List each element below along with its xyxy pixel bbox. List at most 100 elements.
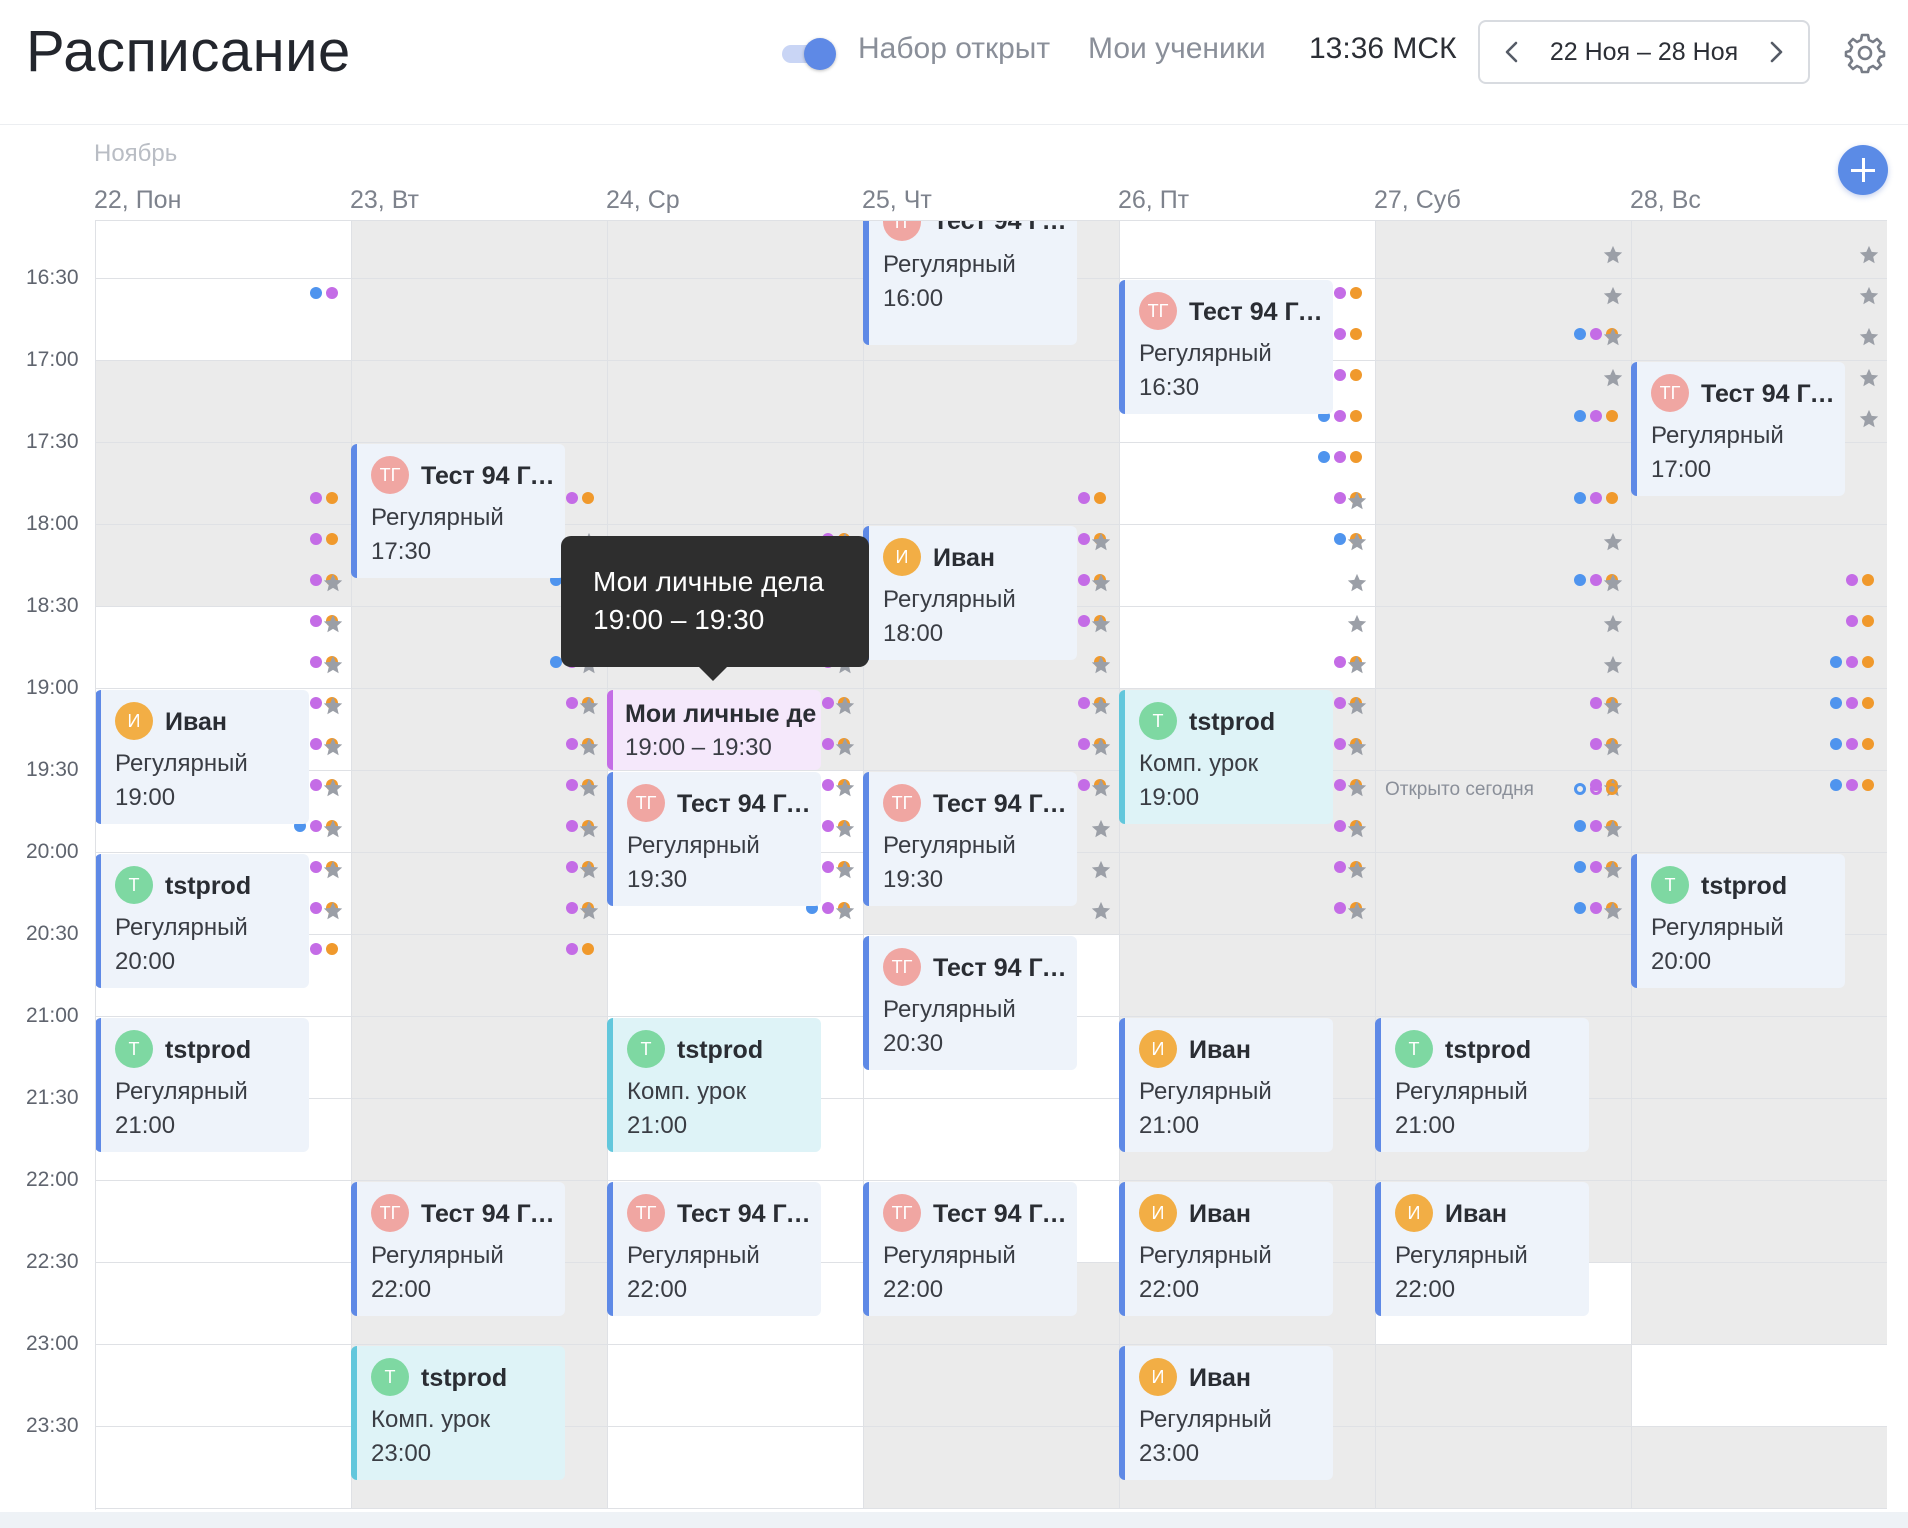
time-slot[interactable]: [1376, 935, 1632, 1017]
star-icon[interactable]: [1346, 531, 1368, 553]
lesson-card[interactable]: И Иван Регулярный 21:00: [1119, 1018, 1333, 1152]
star-icon[interactable]: [1346, 818, 1368, 840]
star-icon[interactable]: [1602, 818, 1624, 840]
star-icon[interactable]: [1346, 777, 1368, 799]
lesson-card[interactable]: И Иван Регулярный 23:00: [1119, 1346, 1333, 1480]
star-icon[interactable]: [1858, 285, 1880, 307]
time-slot[interactable]: [96, 1181, 352, 1263]
star-icon[interactable]: [1090, 695, 1112, 717]
time-slot[interactable]: [1632, 279, 1887, 361]
lesson-card[interactable]: ТГ Тест 94 Гу… Регулярный 17:00: [1631, 362, 1845, 496]
star-icon[interactable]: [322, 654, 344, 676]
star-icon[interactable]: [1090, 859, 1112, 881]
time-slot[interactable]: [608, 221, 864, 279]
day-header-fri[interactable]: 26, Пт: [1118, 186, 1189, 215]
time-slot[interactable]: [1376, 443, 1632, 525]
star-icon[interactable]: [834, 777, 856, 799]
star-icon[interactable]: [578, 777, 600, 799]
star-icon[interactable]: [1090, 818, 1112, 840]
time-slot[interactable]: [864, 1345, 1120, 1427]
lesson-card[interactable]: T tstprod Регулярный 21:00: [96, 1018, 309, 1152]
lesson-card[interactable]: T tstprod Комп. урок 23:00: [351, 1346, 565, 1480]
star-icon[interactable]: [322, 572, 344, 594]
star-icon[interactable]: [1346, 859, 1368, 881]
time-slot[interactable]: [864, 361, 1120, 443]
time-slot[interactable]: [608, 443, 864, 525]
star-icon[interactable]: [322, 613, 344, 635]
star-icon[interactable]: [1858, 244, 1880, 266]
star-icon[interactable]: [1090, 531, 1112, 553]
star-icon[interactable]: [1346, 572, 1368, 594]
enrollment-status-label[interactable]: Набор открыт: [858, 32, 1050, 66]
time-slot[interactable]: [1376, 525, 1632, 607]
star-icon[interactable]: [322, 818, 344, 840]
star-icon[interactable]: [1602, 244, 1624, 266]
time-slot[interactable]: [1632, 1427, 1887, 1509]
time-slot[interactable]: [1120, 607, 1376, 689]
time-slot[interactable]: [608, 1345, 864, 1427]
star-icon[interactable]: [1090, 777, 1112, 799]
lesson-card[interactable]: ТГ Тест 94 Гу… Регулярный 16:00: [863, 221, 1077, 345]
star-icon[interactable]: [1346, 613, 1368, 635]
star-icon[interactable]: [322, 900, 344, 922]
star-icon[interactable]: [1858, 408, 1880, 430]
star-icon[interactable]: [1090, 572, 1112, 594]
time-slot[interactable]: [1632, 1345, 1887, 1427]
star-icon[interactable]: [834, 859, 856, 881]
lesson-card[interactable]: ТГ Тест 94 Гу… Регулярный 22:00: [863, 1182, 1077, 1316]
star-icon[interactable]: [1090, 613, 1112, 635]
time-slot[interactable]: [96, 1345, 352, 1427]
star-icon[interactable]: [578, 695, 600, 717]
my-students-link[interactable]: Мои ученики: [1088, 32, 1266, 66]
lesson-card[interactable]: T tstprod Комп. урок 21:00: [607, 1018, 821, 1152]
star-icon[interactable]: [1602, 613, 1624, 635]
lesson-card[interactable]: T tstprod Комп. урок 19:00: [1119, 690, 1333, 824]
add-lesson-button[interactable]: [1838, 145, 1888, 195]
lesson-card[interactable]: ТГ Тест 94 Гу… Регулярный 19:30: [607, 772, 821, 906]
time-slot[interactable]: [96, 443, 352, 525]
star-icon[interactable]: [1602, 326, 1624, 348]
time-slot[interactable]: [352, 221, 608, 279]
star-icon[interactable]: [1346, 900, 1368, 922]
star-icon[interactable]: [834, 695, 856, 717]
star-icon[interactable]: [1602, 695, 1624, 717]
day-header-sat[interactable]: 27, Суб: [1374, 186, 1461, 215]
time-slot[interactable]: [608, 1427, 864, 1509]
star-icon[interactable]: [1602, 654, 1624, 676]
lesson-card[interactable]: T tstprod Регулярный 21:00: [1375, 1018, 1589, 1152]
time-slot[interactable]: [352, 1017, 608, 1099]
star-icon[interactable]: [1090, 654, 1112, 676]
lesson-card[interactable]: ТГ Тест 94 Гу… Регулярный 19:30: [863, 772, 1077, 906]
time-slot[interactable]: [1632, 1181, 1887, 1263]
time-slot[interactable]: [608, 935, 864, 1017]
time-slot[interactable]: [1120, 221, 1376, 279]
time-slot[interactable]: [1632, 1099, 1887, 1181]
star-icon[interactable]: [834, 736, 856, 758]
time-slot[interactable]: [608, 361, 864, 443]
star-icon[interactable]: [578, 859, 600, 881]
time-slot[interactable]: [1632, 1263, 1887, 1345]
lesson-card[interactable]: И Иван Регулярный 22:00: [1375, 1182, 1589, 1316]
star-icon[interactable]: [1346, 654, 1368, 676]
time-slot[interactable]: [96, 1263, 352, 1345]
star-icon[interactable]: [578, 818, 600, 840]
star-icon[interactable]: [1346, 695, 1368, 717]
star-icon[interactable]: [834, 818, 856, 840]
time-slot[interactable]: [1376, 361, 1632, 443]
star-icon[interactable]: [322, 859, 344, 881]
time-slot[interactable]: [864, 1099, 1120, 1181]
lesson-card[interactable]: ТГ Тест 94 Гу… Регулярный 22:00: [607, 1182, 821, 1316]
star-icon[interactable]: [1090, 736, 1112, 758]
time-slot[interactable]: [1376, 221, 1632, 279]
star-icon[interactable]: [1346, 490, 1368, 512]
time-slot[interactable]: [96, 1427, 352, 1509]
enrollment-toggle[interactable]: [780, 38, 836, 70]
lesson-card[interactable]: T tstprod Регулярный 20:00: [96, 854, 309, 988]
lesson-card[interactable]: ТГ Тест 94 Гу… Регулярный 20:30: [863, 936, 1077, 1070]
star-icon[interactable]: [1602, 531, 1624, 553]
time-slot[interactable]: [608, 279, 864, 361]
star-icon[interactable]: [1858, 326, 1880, 348]
star-icon[interactable]: [1602, 736, 1624, 758]
chevron-right-icon[interactable]: [1760, 36, 1792, 68]
star-icon[interactable]: [1346, 736, 1368, 758]
